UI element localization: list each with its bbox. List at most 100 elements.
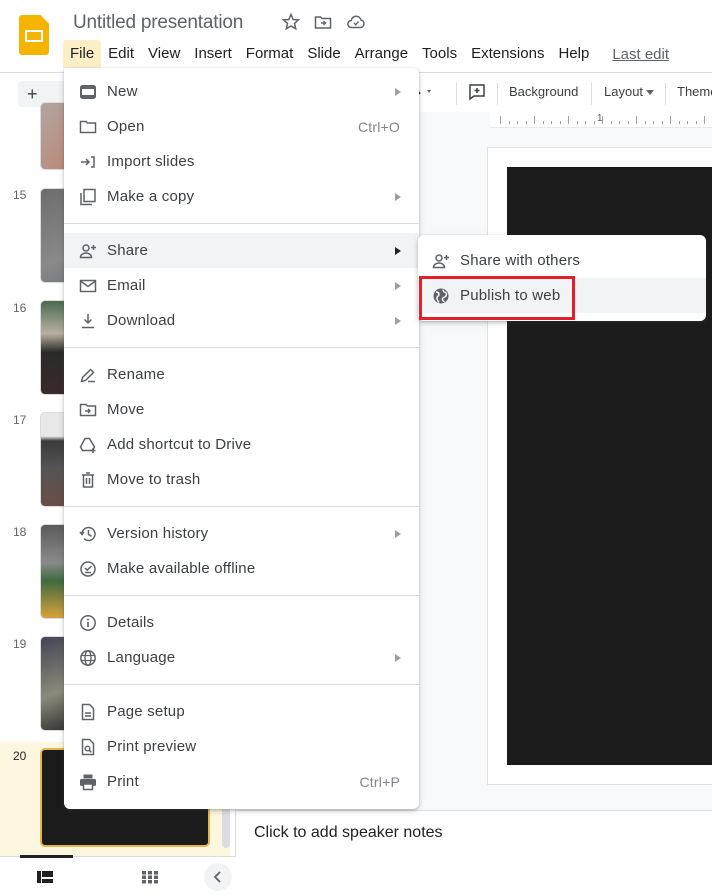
slides-logo[interactable] [19, 15, 49, 55]
menu-item-label: Download [107, 312, 176, 329]
ruler-tick [695, 121, 697, 124]
menu-edit[interactable]: Edit [101, 40, 141, 68]
menu-item-page-setup[interactable]: Page setup [64, 694, 419, 729]
globe-icon [79, 649, 97, 667]
menu-item-make-available-offline[interactable]: Make available offline [64, 551, 419, 586]
document-title[interactable]: Untitled presentation [73, 12, 243, 34]
submenu-arrow-icon [395, 316, 401, 325]
info-icon [79, 614, 97, 632]
menu-file[interactable]: File [63, 40, 102, 68]
ruler-tick [542, 121, 544, 124]
offline-icon [79, 560, 97, 578]
submenu-arrow-icon [395, 192, 401, 201]
person-add-icon [79, 242, 97, 260]
mail-icon [79, 277, 97, 295]
download-icon [79, 312, 97, 330]
copy-icon [79, 188, 97, 206]
filmstrip-view-icon[interactable] [37, 870, 53, 889]
toolbar-divider [591, 83, 592, 105]
filmstrip-view-bar [0, 855, 236, 896]
ruler-tick [610, 121, 612, 124]
menu-insert[interactable]: Insert [187, 40, 239, 68]
menu-item-label: Email [107, 277, 146, 294]
rename-icon [79, 366, 97, 384]
menu-item-label: Page setup [107, 703, 185, 720]
folder-icon [79, 118, 97, 136]
submenu-arrow-icon [395, 281, 401, 290]
menu-item-new[interactable]: New [64, 74, 419, 109]
ruler-tick [644, 121, 646, 124]
last-edit-link[interactable]: Last edit [612, 46, 669, 63]
menu-item-print[interactable]: Print Ctrl+P [64, 764, 419, 799]
menu-item-label: Share [107, 242, 149, 259]
layout-button[interactable]: Layout [604, 84, 655, 99]
globe-filled-icon [432, 287, 450, 305]
menu-tools[interactable]: Tools [415, 40, 464, 68]
menu-item-download[interactable]: Download [64, 303, 419, 338]
menu-separator [64, 347, 419, 348]
ruler-tick [636, 116, 637, 124]
ruler-tick [670, 116, 671, 124]
menu-item-label: Print preview [107, 738, 197, 755]
star-icon[interactable] [281, 12, 301, 32]
menu-item-publish-to-web[interactable]: Publish to web [418, 278, 706, 313]
ruler-tick [593, 121, 595, 124]
submenu-arrow-icon [395, 653, 401, 662]
menu-item-label: Add shortcut to Drive [107, 436, 252, 453]
print-icon [79, 773, 97, 791]
cloud-saved-icon[interactable] [346, 12, 366, 32]
menu-item-add-shortcut-to-drive[interactable]: Add shortcut to Drive [64, 427, 419, 462]
menu-item-import-slides[interactable]: Import slides [64, 144, 419, 179]
speaker-notes[interactable]: Click to add speaker notes [237, 810, 712, 896]
menu-item-label: Rename [107, 366, 165, 383]
ruler-tick [687, 121, 688, 124]
grid-view-icon[interactable] [142, 870, 158, 889]
ruler-tick [551, 121, 552, 124]
menu-item-make-a-copy[interactable]: Make a copy [64, 179, 419, 214]
menu-extensions[interactable]: Extensions [464, 40, 551, 68]
slide-number: 18 [13, 525, 27, 539]
ruler-tick [559, 121, 561, 124]
horizontal-ruler[interactable]: 1 [490, 112, 712, 128]
theme-button[interactable]: Theme [677, 84, 712, 99]
menu-item-share[interactable]: Share [64, 233, 419, 268]
background-button[interactable]: Background [509, 84, 578, 99]
menu-item-share-with-others[interactable]: Share with others [418, 243, 706, 278]
menu-item-version-history[interactable]: Version history [64, 516, 419, 551]
chevron-left-icon [213, 871, 221, 883]
collapse-panel-button[interactable] [204, 863, 232, 891]
menu-item-open[interactable]: Open Ctrl+O [64, 109, 419, 144]
submenu-arrow-icon [395, 246, 401, 255]
ruler-tick [619, 121, 620, 124]
menu-item-rename[interactable]: Rename [64, 357, 419, 392]
add-comment-icon[interactable] [468, 83, 486, 104]
menu-item-details[interactable]: Details [64, 605, 419, 640]
ruler-tick [568, 116, 569, 124]
menu-slide[interactable]: Slide [300, 40, 347, 68]
menu-item-email[interactable]: Email [64, 268, 419, 303]
menu-format[interactable]: Format [239, 40, 301, 68]
speaker-notes-placeholder[interactable]: Click to add speaker notes [254, 824, 443, 842]
menu-help[interactable]: Help [551, 40, 596, 68]
ruler-tick [508, 121, 510, 124]
menu-separator [64, 595, 419, 596]
menu-separator [64, 223, 419, 224]
share-submenu: Share with others Publish to web [418, 235, 706, 321]
menu-arrange[interactable]: Arrange [348, 40, 415, 68]
menu-view[interactable]: View [141, 40, 187, 68]
menu-item-move[interactable]: Move [64, 392, 419, 427]
slide-number: 20 [13, 749, 27, 763]
submenu-arrow-icon [395, 87, 401, 96]
menu-item-label: Make a copy [107, 188, 195, 205]
menu-item-language[interactable]: Language [64, 640, 419, 675]
ruler-tick [661, 121, 663, 124]
menu-item-move-to-trash[interactable]: Move to trash [64, 462, 419, 497]
menu-item-print-preview[interactable]: Print preview [64, 729, 419, 764]
ruler-tick [525, 121, 527, 124]
layout-label: Layout [604, 84, 644, 99]
plus-icon: + [27, 84, 38, 104]
active-view-indicator [20, 855, 73, 858]
caret-down-icon [646, 90, 655, 96]
move-folder-icon[interactable] [313, 12, 333, 32]
menubar: File Edit View Insert Format Slide Arran… [63, 40, 669, 68]
